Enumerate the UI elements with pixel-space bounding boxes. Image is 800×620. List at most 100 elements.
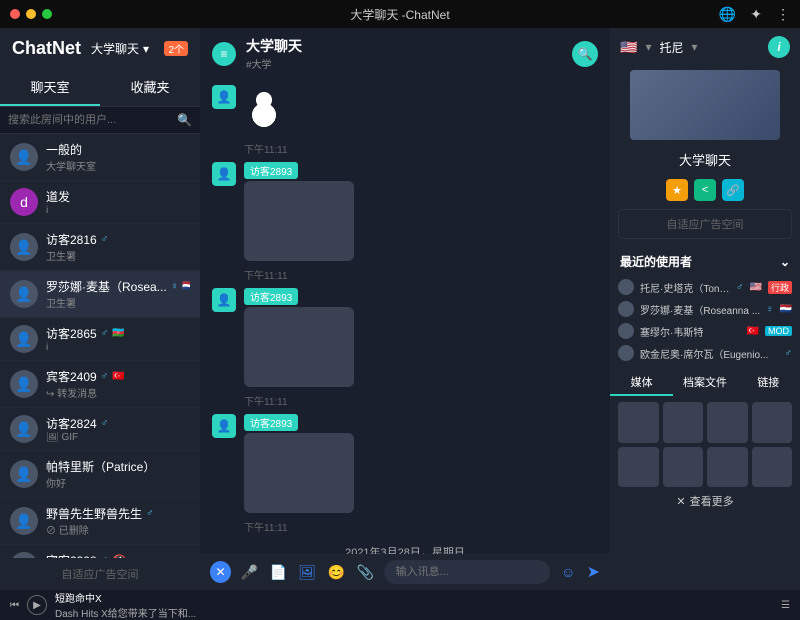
tab-favorites[interactable]: 收藏夹 [100,69,200,106]
user-item[interactable]: 👤 一般的 大学聊天室 [0,134,200,181]
notification-badge: 2个 [164,41,188,56]
user-item[interactable]: 👤 访客2824 ♂ 🖼 GIF [0,408,200,451]
user-item[interactable]: 👤 野兽先生野兽先生 ♂ ⊘ 已删除 [0,498,200,545]
avatar [618,323,634,339]
send-button[interactable]: ➤ [587,562,600,582]
file-icon[interactable]: 📄 [268,561,289,583]
media-thumb[interactable] [663,447,704,488]
recent-user-item[interactable]: 罗莎娜·麦基（Roseanna ... ♀🇳🇱 [618,298,792,320]
sidebar: ChatNet 大学聊天 ▾ 2个 聊天室 收藏夹 🔍 👤 一般的 大学聊天室d… [0,28,200,590]
message-list: 👤 下午11:11 👤 访客2893 下午11:11 👤 访客2893 下午11:1… [200,79,610,554]
recent-user-item[interactable]: 塞缪尔·韦斯特 🇹🇷 MOD [618,320,792,342]
user-subtitle: 卫生署 [46,295,190,310]
message-image[interactable] [244,307,354,387]
recent-users-section[interactable]: 最近的使用者 ⌄ [610,247,800,276]
message-image[interactable] [244,433,354,513]
room-image [630,70,780,140]
user-item[interactable]: 👤 访客2816 ♂ 卫生署 [0,224,200,271]
attach-icon[interactable]: 📎 [355,561,376,583]
user-name: 一般的 [46,141,190,158]
avatar: 👤 [10,143,38,171]
share-button[interactable]: < [694,179,716,201]
avatar: 👤 [10,370,38,398]
playlist-icon[interactable]: ☰ [781,600,790,611]
user-name: 野兽先生野兽先生 ♂ [46,505,190,522]
close-attachment-button[interactable]: ✕ [210,561,231,583]
user-name: 访客2865 ♂ 🇦🇿 [46,325,190,342]
message-image[interactable] [244,181,354,261]
tab-files[interactable]: 档案文件 [673,370,736,396]
hamburger-button[interactable]: ≡ [212,42,236,66]
date-separator: 2021年3月28日，星期日 [212,544,598,554]
user-search-input[interactable] [8,114,177,126]
message-avatar: 👤 [212,414,236,438]
sticker-icon[interactable]: 😊 [326,561,347,583]
message-image[interactable] [244,85,284,135]
user-item[interactable]: 👤 访客2865 ♂ 🇦🇿 i [0,318,200,361]
user-subtitle: 你好 [46,475,190,490]
sidebar-ad: 自适应广告空间 [0,558,200,590]
tab-chatroom[interactable]: 聊天室 [0,69,100,106]
media-thumb[interactable] [752,447,793,488]
media-thumb[interactable] [707,402,748,443]
media-thumb[interactable] [663,402,704,443]
user-name: 访客2816 ♂ [46,231,190,248]
star-button[interactable]: ★ [666,179,688,201]
titlebar: 大学聊天 -ChatNet 🌐 ✦ ⋮ [0,0,800,28]
chevron-down-icon: ▾ [645,40,651,54]
chat-title: 大学聊天 [246,36,302,56]
see-more-button[interactable]: ✕ 查看更多 [610,487,800,515]
prev-track-button[interactable]: ⏮ [10,600,19,611]
chevron-down-icon: ⌄ [780,255,790,269]
track-title: 短跑命中X [55,590,773,605]
avatar: 👤 [10,507,38,535]
current-user[interactable]: 托尼 [659,39,683,56]
message-input[interactable] [384,560,550,584]
room-selector[interactable]: 大学聊天 ▾ [91,40,149,57]
app-logo: ChatNet [12,38,81,59]
search-icon[interactable]: 🔍 [177,113,192,127]
info-button[interactable]: i [768,36,790,58]
media-thumb[interactable] [618,402,659,443]
user-name: 访客2824 ♂ [46,415,190,432]
user-subtitle: i [46,205,190,216]
message-time: 下午11:11 [244,519,598,534]
main-chat: ≡ 大学聊天 #大学 🔍 👤 下午11:11👤 访客2893 下午11:11👤 … [200,28,610,590]
user-item[interactable]: 👤 宾客2398 ♂ 🔇 🖼 GIF [0,545,200,558]
message-avatar: 👤 [212,85,236,109]
media-thumb[interactable] [707,447,748,488]
info-panel: 🇺🇸 ▾ 托尼 ▾ i 大学聊天 ★ < 🔗 自适应广告空间 最近的使用者 ⌄ … [610,28,800,590]
message-author: 访客2893 [244,414,298,431]
user-item[interactable]: d 道发 i [0,181,200,224]
mic-icon[interactable]: 🎤 [239,561,260,583]
user-subtitle: ↪ 转发消息 [46,385,190,400]
user-item[interactable]: 👤 罗莎娜·麦基（Rosea... ♀ 🇳🇱 卫生署 [0,271,200,318]
room-name: 大学聊天 [610,150,800,169]
chat-search-button[interactable]: 🔍 [572,41,598,67]
music-player: ⏮ ▶ 短跑命中X Dash Hits X给您带来了当下和... ☰ [0,590,800,620]
play-button[interactable]: ▶ [27,595,47,615]
image-icon[interactable]: 🖼 [297,561,318,583]
media-thumb[interactable] [752,402,793,443]
user-item[interactable]: 👤 帕特里斯（Patrice） 你好 [0,451,200,498]
message-time: 下午11:11 [244,141,598,156]
recent-users-list: 托尼·史塔克（Tony Stark） ♂🇺🇸 行政 罗莎娜·麦基（Roseann… [610,276,800,364]
user-subtitle: 大学聊天室 [46,158,190,173]
user-subtitle: 卫生署 [46,248,190,263]
media-thumb[interactable] [618,447,659,488]
recent-user-item[interactable]: 欧金尼奥·席尔瓦（Eugenio... ♂ [618,342,792,364]
language-flag[interactable]: 🇺🇸 [620,39,637,56]
message-row: 👤 访客2893 [212,162,598,261]
user-item[interactable]: 👤 宾客2409 ♂ 🇹🇷 ↪ 转发消息 [0,361,200,408]
recent-user-item[interactable]: 托尼·史塔克（Tony Stark） ♂🇺🇸 行政 [618,276,792,298]
user-subtitle: i [46,342,190,353]
link-button[interactable]: 🔗 [722,179,744,201]
user-name: 罗莎娜·麦基（Roseanna ... [640,302,760,317]
tab-links[interactable]: 链接 [737,370,800,396]
message-time: 下午11:11 [244,267,598,282]
message-row: 👤 [212,85,598,135]
message-row: 👤 访客2893 [212,288,598,387]
emoji-icon[interactable]: ☺ [558,561,579,583]
tab-media[interactable]: 媒体 [610,370,673,396]
user-name: 道发 [46,188,190,205]
